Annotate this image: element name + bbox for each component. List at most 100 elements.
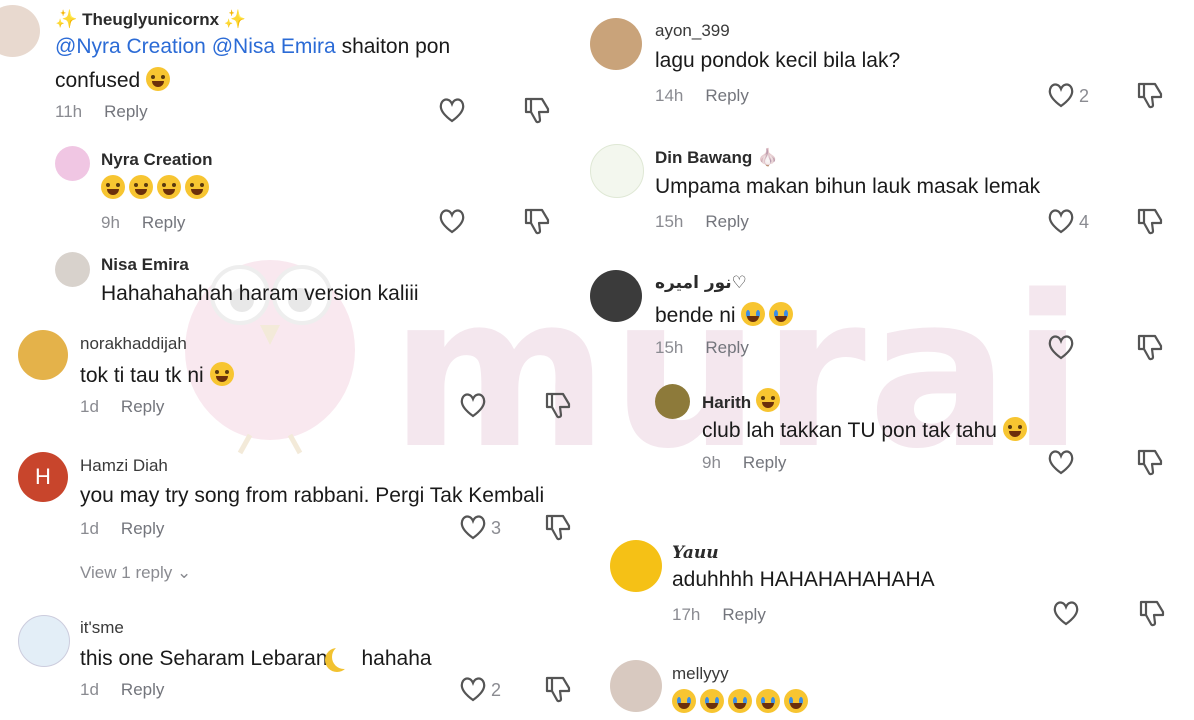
rofl-emoji-icon: [157, 175, 181, 199]
heart-outline-icon[interactable]: [1046, 447, 1076, 477]
chevron-down-icon: ⌄: [177, 563, 192, 582]
avatar[interactable]: [55, 146, 90, 181]
comment-emojis: [672, 686, 812, 720]
thumbs-down-outline-icon[interactable]: [1135, 332, 1165, 362]
comment-meta: 9h Reply: [702, 453, 786, 473]
comment-text: @Nyra Creation @Nisa Emira shaiton pon: [55, 35, 451, 58]
thumbs-down-outline-icon[interactable]: [1135, 206, 1165, 236]
comment-text: aduhhhh HAHAHAHAHAHA: [672, 568, 935, 591]
reply-button[interactable]: Reply: [705, 212, 748, 231]
reply-button[interactable]: Reply: [142, 213, 185, 232]
thumbs-down-outline-icon[interactable]: [543, 674, 573, 704]
heart-outline-icon[interactable]: [458, 512, 488, 542]
thumbs-down-outline-icon[interactable]: [1137, 598, 1167, 628]
comment-username[interactable]: ✨ Theuglyunicornx ✨: [55, 9, 246, 30]
mention-link[interactable]: @Nyra Creation: [55, 35, 206, 58]
comment-meta: 9h Reply: [101, 213, 185, 233]
comment-meta: 14h Reply: [655, 86, 749, 106]
comment-time: 14h: [655, 86, 684, 105]
comment-time: 9h: [702, 453, 721, 472]
heart-outline-icon[interactable]: [1046, 206, 1076, 236]
comment-text: you may try song from rabbani. Pergi Tak…: [80, 484, 545, 507]
crying-emoji-icon: [741, 302, 766, 326]
garlic-emoji-icon: 🧄: [757, 148, 779, 167]
reply-button[interactable]: Reply: [121, 680, 164, 699]
smiling-emoji-icon: [755, 388, 780, 412]
mention-link[interactable]: @Nisa Emira: [212, 35, 336, 58]
avatar[interactable]: [610, 540, 662, 592]
comment-username[interactable]: it'sme: [80, 618, 124, 638]
avatar[interactable]: [18, 615, 70, 667]
thumbs-down-outline-icon[interactable]: [522, 206, 552, 236]
comment-meta: 15h Reply: [655, 212, 749, 232]
comment-username[interactable]: Din Bawang 🧄: [655, 148, 778, 168]
reply-button[interactable]: Reply: [121, 519, 164, 538]
comment-time: 11h: [55, 102, 83, 121]
rofl-emoji-icon: [101, 175, 125, 199]
comment-text: bende ni: [655, 299, 797, 333]
heart-outline-icon[interactable]: [1046, 80, 1076, 110]
comment-text: confused: [55, 64, 174, 98]
avatar[interactable]: [590, 18, 642, 70]
heart-outline-icon[interactable]: [1051, 598, 1081, 628]
heart-outline-icon[interactable]: [437, 95, 467, 125]
avatar[interactable]: [590, 144, 644, 198]
avatar[interactable]: [18, 330, 68, 380]
comment-meta: 15h Reply: [655, 338, 749, 358]
comment-time: 9h: [101, 213, 120, 232]
comment-emojis: [101, 172, 213, 206]
sparkle-icon: ✨: [223, 9, 247, 29]
laughing-emoji-icon: [146, 67, 171, 91]
comment-username[interactable]: Nyra Creation: [101, 150, 212, 170]
comment-time: 1d: [80, 519, 99, 538]
thumbs-down-outline-icon[interactable]: [543, 390, 573, 420]
like-count: 3: [491, 518, 502, 538]
rofl-emoji-icon: [185, 175, 209, 199]
comment-meta: 1d Reply: [80, 680, 164, 700]
comment-time: 15h: [655, 212, 684, 231]
crescent-moon-icon: [332, 645, 356, 669]
thumbs-down-outline-icon[interactable]: [1135, 447, 1165, 477]
avatar[interactable]: [0, 5, 40, 57]
heart-outline-icon[interactable]: [458, 390, 488, 420]
reply-button[interactable]: Reply: [104, 102, 147, 121]
comment-username[interactable]: mellyyy: [672, 664, 729, 684]
like-count: 2: [1079, 86, 1090, 106]
like-count: 2: [491, 680, 502, 700]
comment-username[interactable]: Yauu: [672, 543, 719, 563]
comment-username[interactable]: Nisa Emira: [101, 255, 189, 275]
comment-time: 15h: [655, 338, 684, 357]
like-count: 4: [1079, 212, 1090, 232]
reply-button[interactable]: Reply: [743, 453, 786, 472]
reply-button[interactable]: Reply: [722, 605, 765, 624]
crying-emoji-icon: [769, 302, 794, 326]
comment-time: 1d: [80, 397, 99, 416]
sparkle-icon: ✨: [55, 9, 78, 29]
view-replies-button[interactable]: View 1 reply ⌄: [80, 563, 191, 583]
comment-username[interactable]: norakhaddijah: [80, 334, 187, 354]
comment-text: tok ti tau tk ni: [80, 359, 238, 393]
thumbs-down-outline-icon[interactable]: [543, 512, 573, 542]
heart-outline-icon[interactable]: [437, 206, 467, 236]
reply-button[interactable]: Reply: [705, 86, 748, 105]
reply-button[interactable]: Reply: [121, 397, 164, 416]
rofl-emoji-icon: [129, 175, 153, 199]
avatar[interactable]: [655, 384, 690, 419]
avatar[interactable]: [590, 270, 642, 322]
comment-username[interactable]: نور اميره♡: [655, 273, 747, 293]
comment-text: this one Seharam Lebaran hahaha: [80, 645, 432, 670]
thumbs-down-outline-icon[interactable]: [1135, 80, 1165, 110]
comment-username[interactable]: Hamzi Diah: [80, 456, 168, 476]
thumbs-down-outline-icon[interactable]: [522, 95, 552, 125]
heart-outline-icon[interactable]: [1046, 332, 1076, 362]
comment-username[interactable]: ayon_399: [655, 21, 730, 41]
crying-emoji-icon: [784, 689, 808, 713]
avatar[interactable]: [610, 660, 662, 712]
crying-emoji-icon: [672, 689, 696, 713]
comment-username[interactable]: Harith: [702, 388, 784, 413]
sweat-smile-emoji-icon: [1002, 417, 1027, 441]
reply-button[interactable]: Reply: [705, 338, 748, 357]
heart-outline-icon[interactable]: [458, 674, 488, 704]
avatar[interactable]: [55, 252, 90, 287]
avatar[interactable]: H: [18, 452, 68, 502]
